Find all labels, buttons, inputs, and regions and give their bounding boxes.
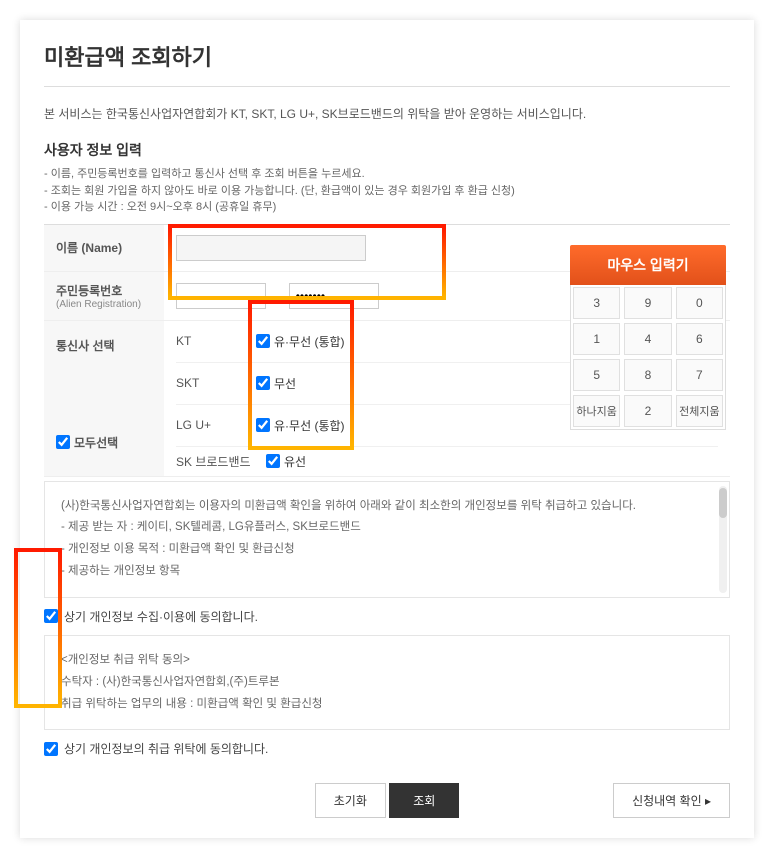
info-line: <개인정보 취급 위탁 동의> (61, 650, 713, 672)
entrust-info-box: <개인정보 취급 위탁 동의> 수탁자 : (사)한국통신사업자연합회,(주)트… (44, 635, 730, 731)
rrn-front-input[interactable] (176, 283, 266, 309)
carrier-checkbox-kt[interactable] (256, 334, 270, 348)
carrier-checkbox-skt[interactable] (256, 376, 270, 390)
info-line: - 개인정보 이용 목적 : 미환급액 확인 및 환급신청 (61, 539, 713, 561)
keypad-key-7[interactable]: 7 (676, 359, 723, 391)
keypad-key-2[interactable]: 2 (624, 395, 671, 427)
name-input[interactable] (176, 235, 366, 261)
info-line: - 제공 받는 자 : 케이티, SK텔레콤, LG유플러스, SK브로드밴드 (61, 517, 713, 539)
info-line: 취급 위탁하는 업무의 내용 : 미환급액 확인 및 환급신청 (61, 694, 713, 716)
keypad-key-6[interactable]: 6 (676, 323, 723, 355)
carrier-name-lgu: LG U+ (176, 418, 256, 432)
history-button-label: 신청내역 확인 (632, 794, 702, 808)
info-line: - 제공하는 개인정보 항목 (61, 561, 713, 583)
rrn-back-input[interactable] (289, 283, 379, 309)
info-line: 수탁자 : (사)한국통신사업자연합회,(주)트루본 (61, 672, 713, 694)
carrier-option-kt: 유·무선 (통합) (274, 333, 345, 350)
note-line: - 조회는 회원 가입을 하지 않아도 바로 이용 가능합니다. (단, 환급액… (44, 183, 730, 200)
rrn-label-text: 주민등록번호 (56, 284, 122, 298)
keypad-title: 마우스 입력기 (570, 245, 726, 285)
rrn-dash: - (275, 289, 279, 303)
search-button[interactable]: 조회 (389, 783, 459, 818)
divider (44, 86, 730, 87)
history-button[interactable]: 신청내역 확인 ▸ (613, 783, 730, 818)
keypad-clear-one[interactable]: 하나지움 (573, 395, 620, 427)
mouse-keypad: 마우스 입력기 3 9 0 1 4 6 5 8 7 하나지움 2 전체지움 (570, 245, 726, 430)
keypad-key-9[interactable]: 9 (624, 287, 671, 319)
carrier-name-skt: SKT (176, 376, 256, 390)
consent-row-2: 상기 개인정보의 취급 위탁에 동의합니다. (44, 730, 730, 767)
keypad-key-4[interactable]: 4 (624, 323, 671, 355)
carrier-option-lgu: 유·무선 (통합) (274, 417, 345, 434)
intro-text: 본 서비스는 한국통신사업자연합회가 KT, SKT, LG U+, SK브로드… (44, 105, 730, 122)
consent1-label: 상기 개인정보 수집·이용에 동의합니다. (64, 608, 258, 625)
section-title: 사용자 정보 입력 (44, 140, 730, 160)
privacy-info-box: (사)한국통신사업자연합회는 이용자의 미환급액 확인을 위하여 아래와 같이 … (44, 481, 730, 598)
keypad-clear-all[interactable]: 전체지움 (676, 395, 723, 427)
note-line: - 이용 가능 시간 : 오전 9시~오후 8시 (공휴일 휴무) (44, 199, 730, 216)
page-title: 미환급액 조회하기 (44, 40, 730, 72)
carrier-name-skb: SK 브로드밴드 (176, 453, 266, 470)
carrier-option-skt: 무선 (274, 375, 296, 392)
reset-button[interactable]: 초기화 (315, 783, 386, 818)
keypad-key-1[interactable]: 1 (573, 323, 620, 355)
consent-row-1: 상기 개인정보 수집·이용에 동의합니다. (44, 598, 730, 635)
note-line: - 이름, 주민등록번호를 입력하고 통신사 선택 후 조회 버튼을 누르세요. (44, 166, 730, 183)
keypad-key-0[interactable]: 0 (676, 287, 723, 319)
carrier-select-label: 통신사 선택 모두선택 (44, 320, 164, 476)
carrier-checkbox-skb[interactable] (266, 454, 280, 468)
carrier-label-text: 통신사 선택 (56, 337, 152, 354)
keypad-key-8[interactable]: 8 (624, 359, 671, 391)
rrn-sub-text: (Alien Registration) (56, 299, 152, 310)
rrn-label: 주민등록번호 (Alien Registration) (44, 271, 164, 320)
carrier-row-skb: SK 브로드밴드 유선 (176, 447, 718, 476)
consent1-checkbox[interactable] (44, 609, 58, 623)
keypad-key-5[interactable]: 5 (573, 359, 620, 391)
select-all-checkbox[interactable] (56, 435, 70, 449)
select-all-label: 모두선택 (74, 434, 118, 451)
action-buttons: 초기화 조회 신청내역 확인 ▸ (44, 783, 730, 818)
name-label: 이름 (Name) (44, 224, 164, 271)
carrier-checkbox-lgu[interactable] (256, 418, 270, 432)
carrier-option-skb: 유선 (284, 453, 306, 470)
scrollbar[interactable] (719, 486, 727, 593)
consent2-label: 상기 개인정보의 취급 위탁에 동의합니다. (64, 740, 268, 757)
keypad-key-3[interactable]: 3 (573, 287, 620, 319)
notes: - 이름, 주민등록번호를 입력하고 통신사 선택 후 조회 버튼을 누르세요.… (44, 166, 730, 216)
consent2-checkbox[interactable] (44, 742, 58, 756)
info-line: (사)한국통신사업자연합회는 이용자의 미환급액 확인을 위하여 아래와 같이 … (61, 496, 713, 518)
carrier-name-kt: KT (176, 334, 256, 348)
